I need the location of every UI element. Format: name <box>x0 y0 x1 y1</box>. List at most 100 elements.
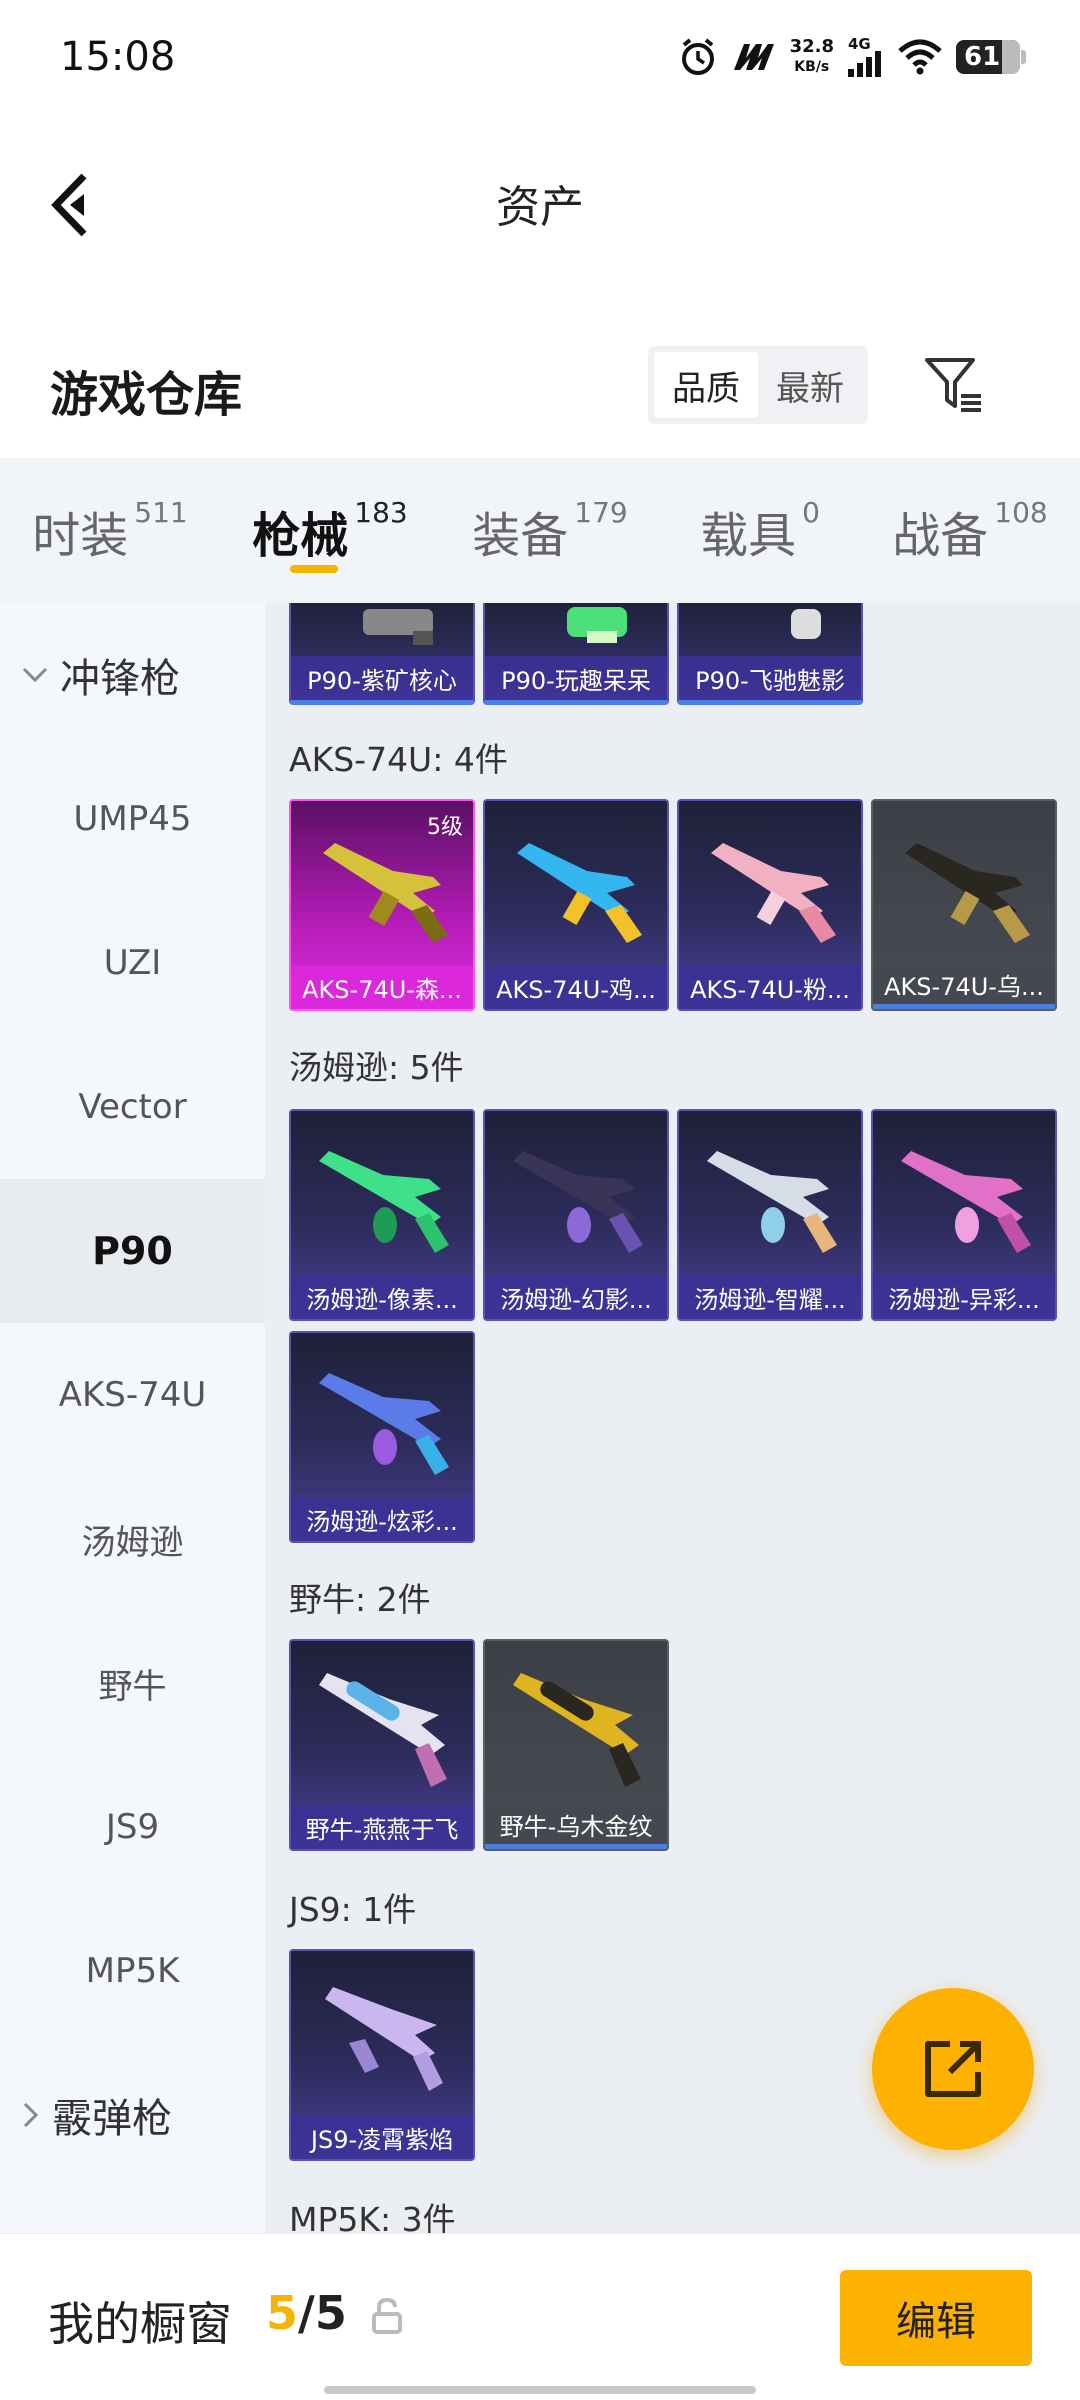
weapon-name: P90-玩趣呆呆 <box>485 656 667 700</box>
sidenav-item-p90[interactable]: P90 <box>0 1179 265 1323</box>
weapon-card[interactable]: 汤姆逊-像素... <box>289 1109 475 1321</box>
sidenav-item-uzi[interactable]: UZI <box>0 891 265 1035</box>
edit-button[interactable]: 编辑 <box>840 2270 1032 2366</box>
weapon-name: AKS-74U-鸡... <box>485 965 667 1009</box>
group-title: JS9: 1件 <box>289 1890 417 1929</box>
group-title: MP5K: 3件 <box>289 2200 456 2233</box>
showcase-current: 5 <box>266 2286 299 2340</box>
weapon-image <box>513 1151 643 1253</box>
weapon-card[interactable]: P90-紫矿核心 <box>289 603 475 705</box>
chevron-right-icon <box>23 2102 39 2128</box>
showcase-label: 我的橱窗 <box>48 2297 232 2351</box>
weapon-card[interactable]: JS9-凌霄紫焰 <box>289 1949 475 2161</box>
tab-count: 0 <box>802 496 820 529</box>
weapon-card[interactable]: 野牛-乌木金纹 <box>483 1639 669 1851</box>
net-speed-value: 32.8 <box>789 36 834 57</box>
tab-equipment[interactable]: 装备 179 <box>440 458 660 603</box>
weapon-card[interactable]: AKS-74U-乌... <box>871 799 1057 1011</box>
sidenav-item-vector[interactable]: Vector <box>0 1035 265 1179</box>
wifi-icon <box>898 39 942 75</box>
weapon-image <box>901 1151 1031 1253</box>
weapon-image <box>323 843 448 943</box>
alarm-icon <box>678 37 718 77</box>
net-speed-unit: KB/s <box>794 59 830 75</box>
lock-icon <box>372 2297 402 2334</box>
weapon-card[interactable]: P90-飞驰魅影 <box>677 603 863 705</box>
filter-icon <box>925 358 981 412</box>
weapon-image <box>319 1151 449 1253</box>
tab-gear[interactable]: 战备 108 <box>860 458 1080 603</box>
weapon-name: JS9-凌霄紫焰 <box>291 2115 473 2159</box>
tab-count: 179 <box>574 496 628 529</box>
tab-count: 183 <box>354 496 408 529</box>
group-title: 汤姆逊: 5件 <box>289 1048 464 1087</box>
sidenav-group-label: 冲锋枪 <box>60 656 180 702</box>
sidenav-group-label: 霰弹枪 <box>52 2096 172 2142</box>
weapon-sidenav: 冲锋枪 UMP45 UZI Vector P90 AKS-74U 汤姆逊 野牛 … <box>0 603 265 2233</box>
weapon-image <box>905 843 1030 943</box>
weapon-name: AKS-74U-乌... <box>873 965 1055 1009</box>
weapon-card[interactable]: P90-玩趣呆呆 <box>483 603 669 705</box>
weapon-name: 汤姆逊-炫彩... <box>291 1497 473 1541</box>
sidenav-item-ump45[interactable]: UMP45 <box>0 747 265 891</box>
battery-icon: 61 <box>956 40 1026 74</box>
weapon-image <box>711 843 836 943</box>
chevron-down-icon <box>22 667 48 683</box>
weapon-image <box>319 1673 447 1787</box>
weapon-name: 汤姆逊-像素... <box>291 1275 473 1319</box>
sidenav-group-smg[interactable]: 冲锋枪 <box>0 603 265 747</box>
battery-level: 61 <box>964 42 1001 72</box>
group-title: AKS-74U: 4件 <box>289 740 508 779</box>
weapon-card[interactable]: 汤姆逊-异彩... <box>871 1109 1057 1321</box>
status-icons: 32.8 KB/s 4G 61 <box>678 32 1026 82</box>
filter-button[interactable] <box>920 352 988 418</box>
sidenav-group-shotgun[interactable]: 霰弹枪 <box>0 2043 265 2187</box>
group-title: 野牛: 2件 <box>289 1580 431 1619</box>
sort-quality[interactable]: 品质 <box>654 352 758 418</box>
signal-icon: 4G <box>848 37 884 77</box>
tab-count: 511 <box>134 496 188 529</box>
sidenav-item-aks74u[interactable]: AKS-74U <box>0 1323 265 1467</box>
tab-fashion[interactable]: 时装 511 <box>0 458 220 603</box>
weapon-card[interactable]: AKS-74U-鸡... <box>483 799 669 1011</box>
weapon-name: AKS-74U-粉... <box>679 965 861 1009</box>
weapon-name: 野牛-燕燕于飞 <box>291 1805 473 1849</box>
tab-label: 战备 <box>892 507 989 564</box>
warehouse-title: 游戏仓库 <box>50 367 243 423</box>
tab-weapons[interactable]: 枪械 183 <box>220 458 440 603</box>
showcase-total: 5 <box>314 2286 347 2340</box>
weapon-card[interactable]: 野牛-燕燕于飞 <box>289 1639 475 1851</box>
share-fab[interactable] <box>872 1988 1034 2150</box>
weapon-card[interactable]: 5级 AKS-74U-森... <box>289 799 475 1011</box>
weapon-card[interactable]: 汤姆逊-智耀... <box>677 1109 863 1321</box>
tab-vehicles[interactable]: 载具 0 <box>660 458 860 603</box>
weapon-image <box>513 1673 641 1787</box>
sidenav-item-js9[interactable]: JS9 <box>0 1755 265 1899</box>
tab-label: 时装 <box>32 507 129 564</box>
weapon-card[interactable]: 汤姆逊-幻影... <box>483 1109 669 1321</box>
showcase-count: 5/5 <box>266 2286 347 2340</box>
home-indicator[interactable] <box>324 2386 756 2394</box>
sort-latest[interactable]: 最新 <box>758 352 862 418</box>
status-time: 15:08 <box>60 34 176 80</box>
weapon-name: 野牛-乌木金纹 <box>485 1805 667 1849</box>
page-title: 资产 <box>496 182 584 233</box>
weapon-image <box>517 843 642 943</box>
weapon-card[interactable]: 汤姆逊-炫彩... <box>289 1331 475 1543</box>
header: 资产 <box>0 115 1080 285</box>
sidenav-item-bizon[interactable]: 野牛 <box>0 1611 265 1755</box>
weapon-image <box>325 1987 443 2091</box>
weapon-name: 汤姆逊-异彩... <box>873 1275 1055 1319</box>
status-bar: 15:08 32.8 KB/s 4G 61 <box>0 0 1080 115</box>
category-tabs: 时装 511 枪械 183 装备 179 载具 0 战备 108 <box>0 458 1080 603</box>
showcase-bar: 我的橱窗 5/5 编辑 <box>0 2233 1080 2400</box>
tab-label: 装备 <box>472 507 569 564</box>
weapon-name: P90-飞驰魅影 <box>679 656 861 700</box>
tab-label: 载具 <box>700 507 797 564</box>
sidenav-item-mp5k[interactable]: MP5K <box>0 1899 265 2043</box>
weapon-image <box>707 1151 837 1253</box>
weapon-name: 汤姆逊-智耀... <box>679 1275 861 1319</box>
sidenav-item-thompson[interactable]: 汤姆逊 <box>0 1467 265 1611</box>
weapon-name: AKS-74U-森... <box>291 965 473 1009</box>
weapon-card[interactable]: AKS-74U-粉... <box>677 799 863 1011</box>
